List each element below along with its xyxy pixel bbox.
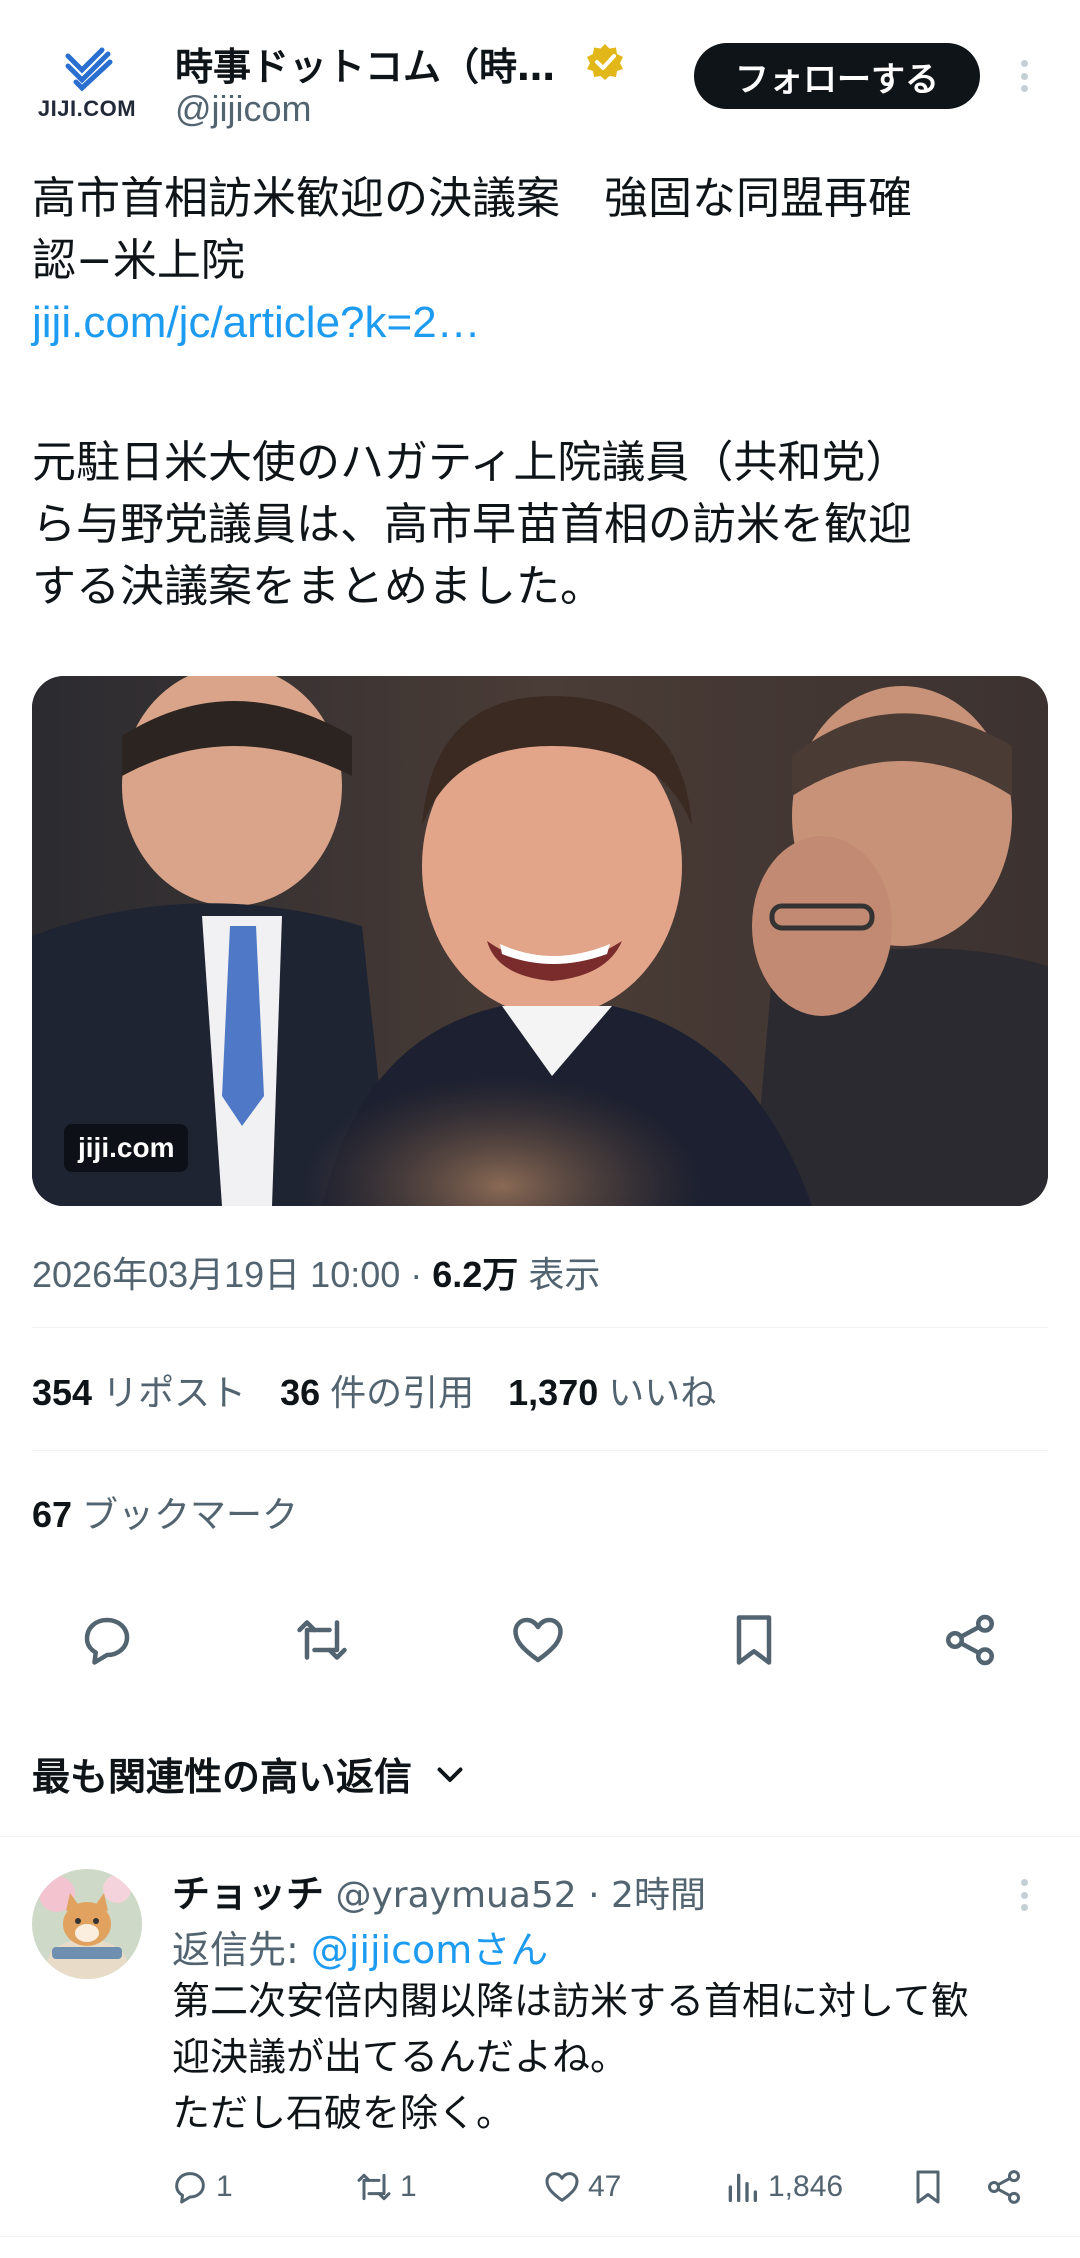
tweet-action-bar: [0, 1600, 1080, 1680]
reply-text-line: ただし石破を除く。: [172, 2091, 515, 2135]
likes-label: いいね: [608, 1372, 717, 1413]
reply-repost-button[interactable]: 1: [354, 2159, 417, 2215]
repost-button[interactable]: [292, 1610, 352, 1670]
jiji-logo-icon: [65, 47, 113, 92]
reply-header: チョッチ @yraymua52 · 2時間: [172, 1863, 706, 1918]
body-line: 元駐日米大使のハガティ上院議員（共和党）: [32, 437, 910, 488]
media-source-label: jiji.com: [64, 1124, 189, 1172]
bookmark-button[interactable]: [724, 1610, 784, 1670]
reply-button[interactable]: [77, 1610, 137, 1670]
share-icon: [987, 2170, 1021, 2204]
reply-item[interactable]: チョッチ @yraymua52 · 2時間 返信先: @jijicomさん 第二…: [0, 1836, 1080, 2236]
repost-icon: [357, 2173, 391, 2201]
reply-bookmark-button[interactable]: [908, 2159, 948, 2215]
divider: [0, 2236, 1080, 2237]
headline-line: 認−米上院: [32, 235, 245, 286]
more-options-icon[interactable]: [1012, 56, 1036, 96]
reposts-stat[interactable]: 354 リポスト: [32, 1364, 246, 1416]
tweet-headline: 高市首相訪米歓迎の決議案 強固な同盟再確 認−米上院 jiji.com/jc/a…: [32, 168, 1048, 354]
cat-avatar-icon: [32, 1869, 142, 1979]
reposts-label: リポスト: [102, 1372, 247, 1413]
tweet-photo[interactable]: jiji.com: [32, 676, 1048, 1206]
bookmarks-label: ブックマーク: [82, 1494, 299, 1535]
reply-more-options-icon[interactable]: [1012, 1875, 1036, 1915]
reposts-count: 354: [32, 1372, 93, 1413]
views-chart-icon: [728, 2173, 757, 2202]
views-label: 表示: [518, 1254, 601, 1295]
divider: [32, 1450, 1048, 1451]
reply-time[interactable]: · 2時間: [577, 1875, 706, 1916]
repost-icon: [297, 1620, 347, 1660]
reply-views-button[interactable]: 1,846: [722, 2159, 843, 2215]
reply-text-line: 第二次安倍内閣以降は訪米する首相に対して歓: [172, 1979, 969, 2023]
reply-text-line: 迎決議が出てるんだよね。: [172, 2035, 629, 2079]
body-line: する決議案をまとめました。: [32, 561, 604, 612]
tweet-meta: 2026年03月19日 10:00 · 6.2万 表示: [32, 1246, 600, 1298]
bookmark-icon: [736, 1615, 772, 1665]
quotes-stat[interactable]: 36 件の引用: [280, 1364, 474, 1416]
reply-likes-count: 47: [588, 2170, 622, 2203]
author-avatar[interactable]: JIJI.COM: [32, 44, 142, 124]
chevron-down-icon: [437, 1767, 463, 1782]
reply-icon: [84, 1617, 130, 1665]
like-icon: [545, 2172, 579, 2202]
tweet-body: 元駐日米大使のハガティ上院議員（共和党） ら与野党議員は、高市早苗首相の訪米を歓…: [32, 432, 1048, 618]
reply-replies-count: 1: [216, 2170, 233, 2203]
tweet-header: JIJI.COM 時事ドットコム（時… @jijicom フォローする: [0, 0, 1080, 150]
bookmarks-stat[interactable]: 67 ブックマーク: [32, 1486, 298, 1538]
bookmark-icon: [916, 2170, 940, 2204]
share-button[interactable]: [940, 1610, 1000, 1670]
verified-badge-icon: [587, 44, 623, 80]
replies-sort-label: 最も関連性の高い返信: [32, 1755, 413, 1799]
quotes-count: 36: [280, 1372, 321, 1413]
reply-avatar[interactable]: [32, 1869, 142, 1979]
author-display-name[interactable]: 時事ドットコム（時…: [175, 36, 555, 91]
bookmarks-count: 67: [32, 1494, 73, 1535]
reply-like-button[interactable]: 47: [542, 2159, 621, 2215]
share-icon: [945, 1614, 995, 1666]
reply-share-button[interactable]: [984, 2159, 1024, 2215]
reply-to-mention[interactable]: @jijicomさん: [311, 1928, 548, 1972]
like-button[interactable]: [508, 1610, 568, 1670]
divider: [32, 1327, 1048, 1328]
replies-sort-dropdown[interactable]: 最も関連性の高い返信: [32, 1746, 468, 1801]
body-line: ら与野党議員は、高市早苗首相の訪米を歓迎: [32, 499, 912, 550]
reply-text: 第二次安倍内閣以降は訪米する首相に対して歓 迎決議が出てるんだよね。 ただし石破…: [172, 1973, 1052, 2141]
like-icon: [513, 1617, 563, 1663]
reply-author-name[interactable]: チョッチ: [172, 1872, 324, 1916]
quotes-label: 件の引用: [330, 1372, 475, 1413]
reply-author-handle[interactable]: @yraymua52: [335, 1875, 576, 1916]
reply-to-line: 返信先: @jijicomさん: [172, 1919, 548, 1974]
article-link[interactable]: jiji.com/jc/article?k=2…: [32, 292, 1048, 354]
follow-button[interactable]: フォローする: [694, 43, 980, 109]
logo-wordmark: JIJI.COM: [37, 96, 137, 121]
author-handle[interactable]: @jijicom: [175, 88, 312, 130]
likes-stat[interactable]: 1,370 いいね: [508, 1364, 716, 1416]
reply-action-bar: 1 1 47 1,846: [0, 2159, 1080, 2215]
tweet-timestamp[interactable]: 2026年03月19日 10:00 ·: [32, 1254, 432, 1295]
reply-views-count: 1,846: [768, 2170, 844, 2203]
reply-icon: [175, 2172, 205, 2204]
headline-line: 高市首相訪米歓迎の決議案 強固な同盟再確: [32, 173, 912, 224]
likes-count: 1,370: [508, 1372, 599, 1413]
engagement-stats: 354 リポスト 36 件の引用 1,370 いいね: [32, 1364, 716, 1416]
reply-to-prefix: 返信先:: [172, 1928, 311, 1972]
reply-reply-button[interactable]: 1: [170, 2159, 233, 2215]
reply-reposts-count: 1: [400, 2170, 417, 2203]
views-count: 6.2万: [432, 1254, 519, 1295]
